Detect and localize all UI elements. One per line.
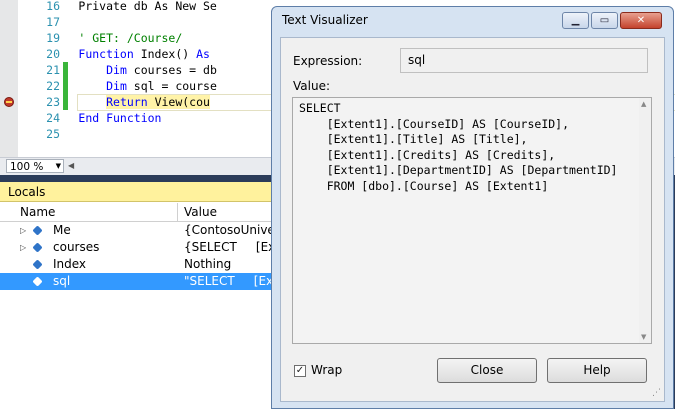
code-token: Private db As New Se [23,0,217,13]
scroll-left-icon[interactable]: ◀ [68,161,74,170]
window-close-button[interactable]: ✕ [620,12,662,29]
code-token: View(cou [147,95,210,109]
code-token: End Function [78,111,162,125]
code-text: Private db As New Se [23,0,217,14]
variable-value: "SELECT [Ext [184,274,278,288]
variable-icon [32,242,43,253]
code-token: Return [106,95,148,109]
value-label: Value: [293,79,330,93]
wrap-checkbox[interactable]: ✓ [294,365,306,377]
expression-label: Expression: [293,54,363,68]
code-text: Return View(cou [23,94,210,110]
line-number: 25 [46,127,60,141]
code-text: Function Index() As [23,46,210,62]
variable-name: Me [53,223,71,237]
maximize-button[interactable]: ▭ [591,12,618,29]
dialog-title: Text Visualizer [282,13,368,27]
variable-name: sql [53,274,71,288]
vertical-scrollbar[interactable]: ▲ ▼ [639,98,651,343]
expression-field[interactable]: sql [400,48,648,73]
column-name-header[interactable]: Name [20,203,55,221]
value-textbox[interactable]: SELECT [Extent1].[CourseID] AS [CourseID… [292,97,652,344]
value-text[interactable]: SELECT [Extent1].[CourseID] AS [CourseID… [299,101,618,194]
variable-icon [32,259,43,270]
zoom-dropdown[interactable]: 100 % ▼ [6,159,64,173]
code-text: Dim courses = db [23,62,217,78]
minimize-button[interactable]: ▁ [562,12,589,29]
code-token: Dim [106,63,127,77]
scroll-up-icon[interactable]: ▲ [641,100,646,108]
zoom-value: 100 % [10,161,44,173]
wrap-label[interactable]: Wrap [311,363,342,377]
close-button[interactable]: Close [437,358,537,383]
scroll-down-icon[interactable]: ▼ [641,333,646,341]
code-token: sql = course [126,79,217,93]
code-text: End Function [23,110,161,126]
column-separator[interactable] [177,203,178,221]
variable-value: {SELECT [Ext [184,240,280,254]
code-token: ' GET: /Course/ [23,31,183,45]
text-visualizer-dialog: Text Visualizer ▁ ▭ ✕ Expression: sql Va… [271,6,674,409]
code-token: As [196,47,210,61]
variable-value: Nothing [184,257,232,271]
breakpoint-arrow-icon[interactable] [4,97,14,107]
variable-name: Index [53,257,87,271]
resize-grip-icon[interactable]: ⋰ [652,388,661,398]
code-token: Function [78,47,134,61]
variable-icon [32,225,43,236]
variable-name: courses [53,240,100,254]
code-token: courses = db [126,63,217,77]
help-button[interactable]: Help [547,358,647,383]
code-text: Dim sql = course [23,78,217,94]
expand-icon[interactable]: ▷ [20,222,26,239]
column-value-header[interactable]: Value [184,203,217,221]
expand-icon[interactable]: ▷ [20,239,26,256]
code-token: Dim [106,79,127,93]
variable-icon [32,276,43,287]
code-text: ' GET: /Course/ [23,30,182,46]
line-number: 17 [46,15,60,29]
dialog-client-area: Expression: sql Value: SELECT [Extent1].… [280,37,665,402]
chevron-down-icon: ▼ [55,162,61,170]
code-token: Index() [133,47,197,61]
